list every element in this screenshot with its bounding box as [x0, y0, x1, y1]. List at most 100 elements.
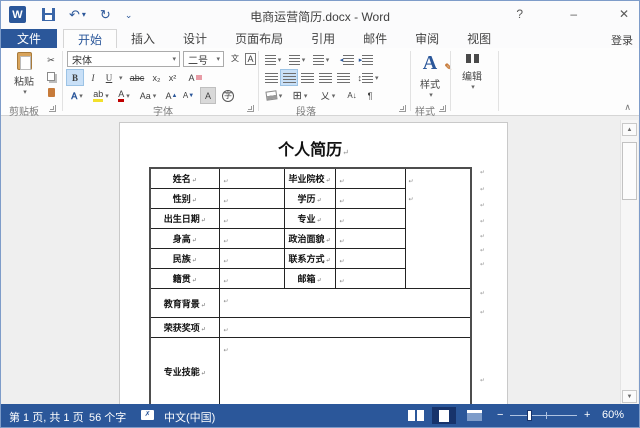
bold-button[interactable]: B — [66, 69, 84, 86]
cell-label[interactable]: 民族↵ — [149, 248, 220, 269]
cell-value[interactable]: ↵ — [218, 167, 285, 189]
cell-label[interactable]: 专业↵ — [283, 208, 336, 229]
cell-label[interactable]: 教育背景↵ — [149, 288, 220, 318]
cell-value[interactable]: ↵ — [334, 188, 406, 209]
web-layout-button[interactable] — [462, 407, 486, 424]
font-color-button[interactable]: A ▾ — [114, 88, 134, 103]
tab-references[interactable]: 引用 — [297, 29, 349, 48]
subscript-button[interactable]: x₂ — [149, 70, 164, 85]
numbering-button[interactable]: ▾ — [287, 52, 307, 67]
zoom-level[interactable]: 60% — [602, 409, 624, 421]
paragraph-dialog-launcher-icon[interactable] — [399, 105, 406, 112]
cell-value[interactable]: ↵ — [334, 268, 406, 289]
document-canvas[interactable]: 个人简历↵ 姓名↵ ↵ 毕业院校↵ ↵ ↵ ↵ 性别↵ ↵ 学历↵ ↵ 出生日期… — [1, 116, 639, 406]
vertical-scrollbar[interactable]: ▲ ▼ — [620, 120, 638, 406]
proofing-status-icon[interactable]: ✗ — [141, 410, 154, 420]
cell-label[interactable]: 专业技能↵ — [149, 337, 220, 406]
paste-button[interactable]: 粘贴 ▾ — [7, 52, 41, 96]
scroll-up-button[interactable]: ▲ — [622, 123, 637, 136]
tab-mailings[interactable]: 邮件 — [349, 29, 401, 48]
cell-value[interactable]: ↵ — [218, 228, 285, 249]
underline-dropdown-icon[interactable]: ▾ — [119, 74, 123, 82]
multilevel-list-button[interactable]: ▾ — [311, 52, 331, 67]
cell-label[interactable]: 出生日期↵ — [149, 208, 220, 229]
cell-value[interactable]: ↵ — [218, 268, 285, 289]
zoom-out-button[interactable]: − — [497, 409, 503, 421]
tab-design[interactable]: 设计 — [169, 29, 221, 48]
italic-button[interactable]: I — [86, 70, 100, 85]
word-count[interactable]: 56 个字 — [89, 409, 126, 425]
show-marks-button[interactable]: ¶ — [363, 88, 377, 103]
text-effects-button[interactable]: A ▾ — [67, 88, 87, 103]
tab-page-layout[interactable]: 页面布局 — [221, 29, 297, 48]
decrease-indent-button[interactable]: ◂ — [339, 52, 355, 67]
zoom-slider-thumb[interactable] — [527, 410, 532, 421]
print-layout-button[interactable] — [432, 407, 456, 424]
cell-value[interactable]: ↵ — [218, 248, 285, 269]
shrink-font-button[interactable]: A ▼ — [181, 88, 196, 103]
cell-value[interactable]: ↵ — [334, 208, 406, 229]
tab-view[interactable]: 视图 — [453, 29, 505, 48]
increase-indent-button[interactable]: ▸ — [358, 52, 374, 67]
cell-label[interactable]: 荣获奖项↵ — [149, 317, 220, 338]
cell-value[interactable]: ↵ — [218, 337, 472, 406]
cell-label[interactable]: 政治面貌↵ — [283, 228, 336, 249]
sign-in-link[interactable]: 登录 — [611, 32, 633, 48]
cell-label[interactable]: 姓名↵ — [149, 167, 220, 189]
resume-table[interactable]: 姓名↵ ↵ 毕业院校↵ ↵ ↵ ↵ 性别↵ ↵ 学历↵ ↵ 出生日期↵ ↵ 专业↵… — [149, 167, 472, 406]
superscript-button[interactable]: x² — [165, 70, 180, 85]
distribute-button[interactable] — [335, 70, 351, 85]
cell-value[interactable]: ↵ — [218, 317, 472, 338]
zoom-slider-track[interactable] — [510, 415, 577, 416]
line-spacing-button[interactable]: ↕ ▾ — [357, 70, 379, 85]
styles-button[interactable]: A ✎ 样式 ▾ — [415, 52, 452, 99]
cell-value[interactable]: ↵ — [334, 167, 406, 189]
cell-value[interactable]: ↵ — [334, 228, 406, 249]
close-button[interactable]: ✕ — [619, 7, 629, 21]
scroll-down-button[interactable]: ▼ — [622, 390, 637, 403]
document-page[interactable]: 个人简历↵ 姓名↵ ↵ 毕业院校↵ ↵ ↵ ↵ 性别↵ ↵ 学历↵ ↵ 出生日期… — [119, 122, 508, 406]
cell-label[interactable]: 性别↵ — [149, 188, 220, 209]
align-left-button[interactable] — [263, 70, 279, 85]
change-case-button[interactable]: Aa ▾ — [137, 88, 159, 103]
format-painter-button[interactable] — [43, 85, 59, 100]
tab-home[interactable]: 开始 — [63, 29, 118, 48]
styles-dialog-launcher-icon[interactable] — [439, 105, 446, 112]
photo-cell[interactable]: ↵ ↵ — [404, 167, 472, 289]
tab-review[interactable]: 审阅 — [401, 29, 453, 48]
underline-button[interactable]: U — [102, 70, 116, 85]
asian-layout-button[interactable]: 乂 ▾ — [317, 88, 339, 103]
align-center-button[interactable] — [280, 69, 298, 86]
justify-button[interactable] — [317, 70, 333, 85]
cell-label[interactable]: 邮箱↵ — [283, 268, 336, 289]
phonetic-guide-button[interactable]: 文 — [228, 51, 242, 66]
character-border-button[interactable]: A — [244, 51, 257, 66]
grow-font-button[interactable]: A ▲ — [164, 88, 179, 103]
cell-label[interactable]: 联系方式↵ — [283, 248, 336, 269]
font-name-combo[interactable]: 宋体 ▾ — [67, 51, 180, 67]
cell-value[interactable]: ↵ — [218, 188, 285, 209]
clipboard-dialog-launcher-icon[interactable] — [49, 105, 56, 112]
cell-label[interactable]: 学历↵ — [283, 188, 336, 209]
cell-label[interactable]: 毕业院校↵ — [283, 167, 336, 189]
cell-value[interactable]: ↵ — [218, 288, 472, 318]
cut-button[interactable]: ✂ — [43, 53, 59, 68]
cell-label[interactable]: 籍贯↵ — [149, 268, 220, 289]
help-icon[interactable]: ? — [516, 7, 523, 21]
tab-insert[interactable]: 插入 — [117, 29, 169, 48]
minimize-button[interactable]: – — [570, 7, 577, 21]
character-shading-button[interactable]: A — [200, 87, 216, 104]
copy-button[interactable] — [43, 69, 59, 84]
bullets-button[interactable]: ▾ — [263, 52, 283, 67]
cell-label[interactable]: 身高↵ — [149, 228, 220, 249]
font-dialog-launcher-icon[interactable] — [247, 105, 254, 112]
collapse-ribbon-icon[interactable]: ∧ — [624, 102, 631, 113]
shading-button[interactable]: ▾ — [263, 88, 285, 103]
enclose-characters-button[interactable]: 字 — [220, 88, 236, 103]
cell-value[interactable]: ↵ — [218, 208, 285, 229]
zoom-in-button[interactable]: + — [584, 409, 590, 421]
font-size-combo[interactable]: 二号 ▾ — [183, 51, 224, 67]
editing-button[interactable]: 编辑 ▾ — [457, 54, 487, 91]
scrollbar-thumb[interactable] — [622, 142, 637, 200]
page-indicator[interactable]: 第 1 页, 共 1 页 — [9, 409, 84, 425]
